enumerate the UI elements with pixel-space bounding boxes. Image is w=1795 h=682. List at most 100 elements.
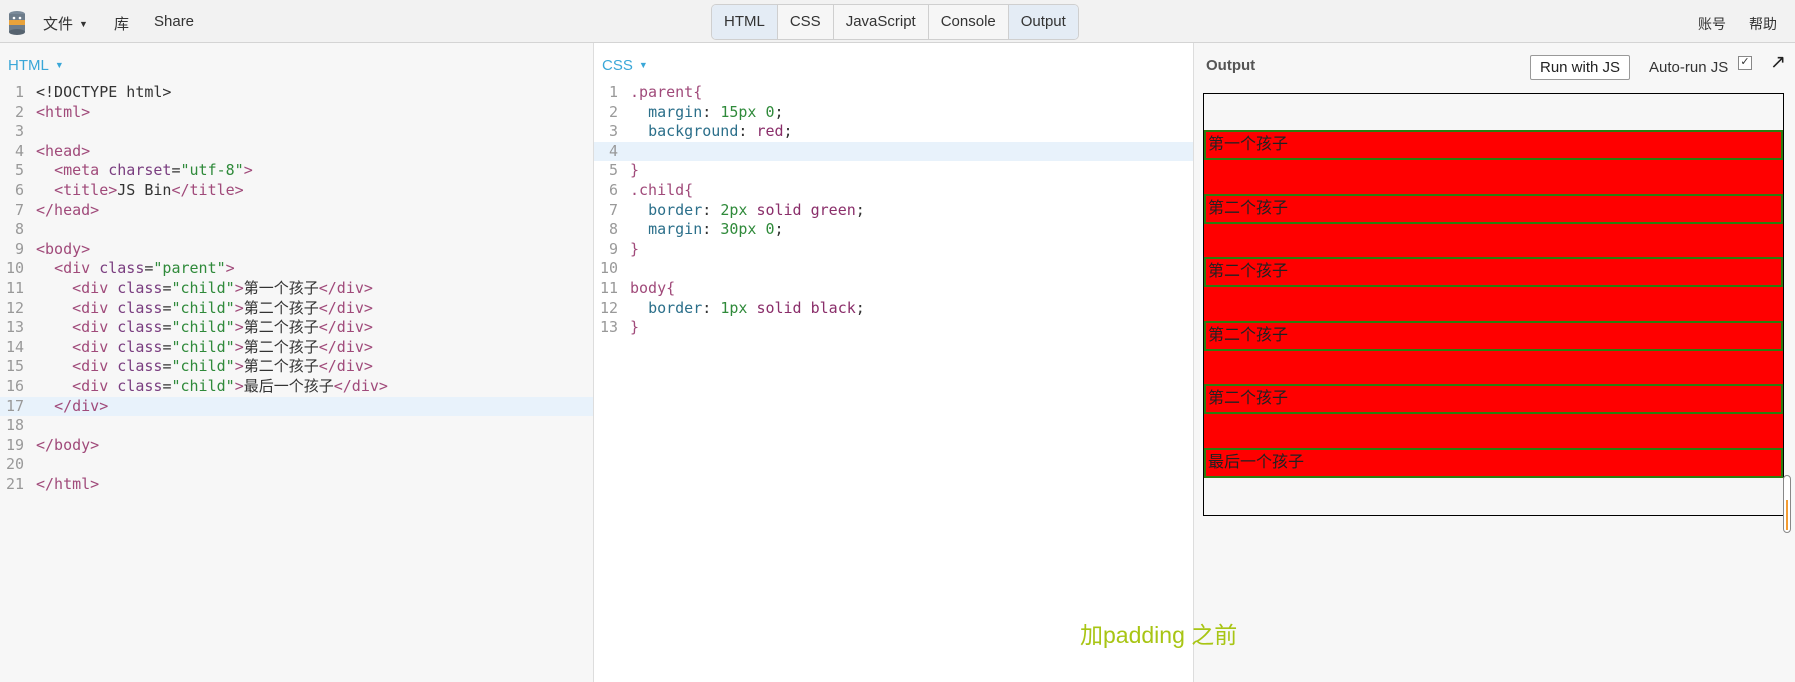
code-line[interactable]: 5} bbox=[594, 161, 1193, 181]
code-line[interactable]: 11 <div class="child">第一个孩子</div> bbox=[0, 279, 593, 299]
popout-arrow-icon[interactable]: ↗ bbox=[1770, 51, 1786, 74]
code-token: "child" bbox=[171, 298, 235, 317]
code-token: border bbox=[648, 200, 703, 219]
code-line[interactable]: 1 .parent{ bbox=[594, 83, 1193, 103]
code-token: 15px bbox=[720, 102, 757, 121]
code-line[interactable]: 9} bbox=[594, 240, 1193, 260]
code-line[interactable]: 5 <meta charset="utf-8"> bbox=[0, 161, 593, 181]
code-line[interactable]: 4 <head> bbox=[0, 142, 593, 162]
code-token: black bbox=[810, 298, 856, 317]
code-token: 最后一个孩子 bbox=[243, 376, 334, 395]
library-menu[interactable]: 库 bbox=[114, 13, 129, 34]
code-token: 2px bbox=[720, 200, 748, 219]
code-line[interactable]: 7 border: 2px solid green; bbox=[594, 201, 1193, 221]
code-text: <html> bbox=[36, 103, 90, 123]
code-line[interactable]: 16 <div class="child">最后一个孩子</div> bbox=[0, 377, 593, 397]
code-line[interactable]: 4 bbox=[594, 141, 1193, 162]
code-text: border: 2px solid green; bbox=[630, 201, 865, 221]
code-line[interactable]: 6 .child{ bbox=[594, 181, 1193, 201]
code-line[interactable]: 21 </html> bbox=[0, 475, 593, 495]
line-number: 9 bbox=[14, 239, 24, 258]
line-number: 8 bbox=[608, 220, 618, 239]
code-line[interactable]: 19 </body> bbox=[0, 436, 593, 456]
code-line[interactable]: 10 <div class="parent"> bbox=[0, 259, 593, 279]
line-number: 11 bbox=[5, 278, 24, 297]
tab-console[interactable]: Console bbox=[928, 5, 1009, 39]
line-number: 10 bbox=[5, 259, 24, 278]
caption-text: 加padding 之前 bbox=[1080, 622, 1238, 648]
code-line[interactable]: 3 background: red; bbox=[594, 122, 1193, 142]
code-line[interactable]: 13} bbox=[594, 318, 1193, 338]
code-text: margin: 30px 0; bbox=[630, 220, 783, 240]
code-line[interactable]: 10 bbox=[594, 259, 1193, 279]
code-line[interactable]: 9 <body> bbox=[0, 240, 593, 260]
css-code-editor[interactable]: 1 .parent{2 margin: 15px 0; 3 background: … bbox=[594, 83, 1193, 338]
code-token: <head> bbox=[36, 141, 91, 160]
file-menu[interactable]: 文件 ▼ bbox=[43, 13, 88, 34]
code-token: <html> bbox=[36, 102, 91, 121]
code-line[interactable]: 2 <html> bbox=[0, 103, 593, 123]
code-token: class bbox=[99, 259, 145, 278]
html-editor-panel: HTML ▼ 1 <!DOCTYPE html> 2 <html> 3 4 <head> 5 <… bbox=[0, 43, 594, 682]
code-line[interactable]: 13 <div class="child">第二个孩子</div> bbox=[0, 318, 593, 338]
code-token: body{ bbox=[630, 278, 676, 297]
code-line[interactable]: 1 <!DOCTYPE html> bbox=[0, 83, 593, 103]
css-panel-label[interactable]: CSS ▼ bbox=[602, 57, 648, 74]
code-token: </div> bbox=[318, 298, 373, 317]
code-text: <head> bbox=[36, 142, 90, 162]
scrollbar-thumb[interactable] bbox=[1783, 475, 1791, 533]
code-token: <div bbox=[72, 298, 118, 317]
autorun-label: Auto-run JS bbox=[1649, 59, 1729, 76]
code-line[interactable]: 15 <div class="child">第二个孩子</div> bbox=[0, 357, 593, 377]
code-token: "child" bbox=[171, 376, 235, 395]
tab-css[interactable]: CSS bbox=[777, 5, 834, 39]
html-panel-label[interactable]: HTML ▼ bbox=[8, 57, 64, 74]
code-line[interactable]: 20 bbox=[0, 455, 593, 475]
code-line[interactable]: 18 bbox=[0, 416, 593, 436]
code-line[interactable]: 11 body{ bbox=[594, 279, 1193, 299]
code-text: </html> bbox=[36, 475, 99, 495]
code-token: JS Bin bbox=[117, 180, 172, 199]
run-with-js-button[interactable]: Run with JS bbox=[1530, 55, 1631, 80]
child-box: 第二个孩子 bbox=[1204, 194, 1783, 224]
line-number: 1 bbox=[14, 83, 24, 101]
tab-javascript[interactable]: JavaScript bbox=[833, 5, 929, 39]
line-number: 2 bbox=[14, 102, 24, 121]
tab-html[interactable]: HTML bbox=[712, 5, 778, 39]
help-link[interactable]: 帮助 bbox=[1749, 14, 1777, 34]
code-token: : bbox=[702, 220, 721, 239]
line-number: 4 bbox=[14, 141, 24, 160]
share-menu[interactable]: Share bbox=[154, 13, 194, 30]
code-line[interactable]: 6 <title>JS Bin</title> bbox=[0, 181, 593, 201]
code-token: > bbox=[234, 278, 244, 297]
code-line[interactable]: 7 </head> bbox=[0, 201, 593, 221]
code-line[interactable]: 2 margin: 15px 0; bbox=[594, 103, 1193, 123]
code-line[interactable]: 8 bbox=[0, 220, 593, 240]
account-link[interactable]: 账号 bbox=[1698, 14, 1726, 34]
parent-box: 第一个孩子 第二个孩子 第二个孩子 第二个孩子 第二个孩子 最后一个孩子 bbox=[1204, 130, 1783, 478]
code-line[interactable]: 17 </div> bbox=[0, 396, 593, 417]
code-token: class bbox=[117, 318, 163, 337]
code-text: <meta charset="utf-8"> bbox=[36, 161, 253, 181]
caret-down-icon: ▼ bbox=[79, 19, 88, 29]
code-token: </div> bbox=[318, 337, 373, 356]
code-line[interactable]: 12 <div class="child">第二个孩子</div> bbox=[0, 299, 593, 319]
tab-output[interactable]: Output bbox=[1008, 5, 1078, 39]
code-token: 0 bbox=[765, 220, 775, 239]
jsbin-logo-icon[interactable] bbox=[7, 9, 27, 37]
autorun-checkbox[interactable]: ✓ bbox=[1738, 56, 1752, 70]
line-number: 21 bbox=[5, 474, 24, 493]
line-number: 4 bbox=[608, 141, 618, 160]
html-code-editor[interactable]: 1 <!DOCTYPE html> 2 <html> 3 4 <head> 5 <meta c… bbox=[0, 83, 593, 494]
code-line[interactable]: 8 margin: 30px 0; bbox=[594, 220, 1193, 240]
code-text: </body> bbox=[36, 436, 99, 456]
code-line[interactable]: 12 border: 1px solid black; bbox=[594, 299, 1193, 319]
code-line[interactable]: 14 <div class="child">第二个孩子</div> bbox=[0, 338, 593, 358]
code-token: 0 bbox=[765, 102, 775, 121]
code-line[interactable]: 3 bbox=[0, 122, 593, 142]
